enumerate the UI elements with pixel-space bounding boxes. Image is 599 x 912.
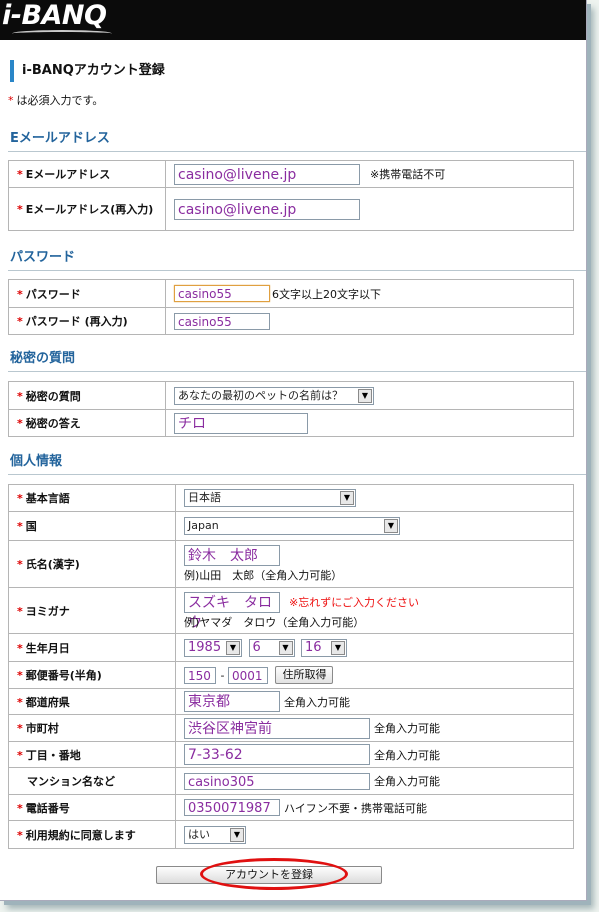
name-input[interactable]: 鈴木 太郎	[184, 545, 280, 566]
birth-day-value: 16	[305, 639, 322, 655]
required-mark: *	[17, 389, 23, 403]
building-note: 全角入力可能	[374, 775, 440, 788]
kana-warning: ※忘れずにご入力ください	[289, 596, 419, 609]
required-mark: *	[17, 520, 23, 533]
i-banq-logo[interactable]: i-BANQ	[2, 0, 107, 31]
postal-code-1-input[interactable]: 150	[184, 666, 216, 684]
building-label: マンション名など	[8, 767, 176, 795]
logo-swoosh	[12, 30, 112, 37]
required-note: * は必須入力です。	[8, 92, 103, 108]
required-mark: *	[17, 168, 23, 181]
city-input[interactable]: 渋谷区神宮前	[184, 717, 370, 739]
secret-question-label: * 秘密の質問	[8, 381, 166, 410]
country-value: Japan	[188, 519, 219, 532]
page-frame: i-BANQ i-BANQアカウント登録 * は必須入力です。 Eメールアドレス …	[0, 0, 587, 901]
address-lookup-button[interactable]: 住所取得	[275, 666, 334, 684]
email-input[interactable]: casino@livene.jp	[174, 163, 360, 185]
required-mark: *	[17, 558, 23, 571]
secret-answer-input[interactable]: チロ	[174, 412, 308, 434]
required-mark: *	[17, 828, 23, 842]
required-mark: *	[17, 748, 23, 762]
required-mark: *	[17, 492, 23, 505]
password-note: 6文字以上20文字以下	[272, 287, 381, 301]
birth-year-value: 1985	[188, 639, 222, 655]
name-label: * 氏名(漢字)	[8, 540, 176, 588]
street-input[interactable]: 7-33-62	[184, 744, 370, 765]
pref-note: 全角入力可能	[284, 695, 350, 709]
top-bar: i-BANQ	[0, 0, 586, 40]
email-label: * Eメールアドレス	[8, 160, 166, 188]
street-note: 全角入力可能	[374, 748, 440, 762]
phone-label: * 電話番号	[8, 794, 176, 821]
language-select[interactable]: 日本語 ▼	[184, 489, 356, 507]
required-mark: *	[17, 417, 23, 430]
chevron-down-icon[interactable]: ▼	[230, 827, 244, 842]
kana-input[interactable]: スズキ タロウ	[184, 591, 280, 631]
chevron-down-icon[interactable]: ▼	[384, 519, 398, 533]
required-mark: *	[17, 722, 23, 735]
personal-table: * 基本言語 日本語 ▼ * 国 Japan ▼ * 氏名(漢字) 鈴木 太郎例)山田 太…	[8, 484, 574, 849]
required-mark: *	[17, 669, 23, 682]
postal-separator: -	[220, 668, 225, 682]
email-confirm-input[interactable]: casino@livene.jp	[174, 198, 360, 220]
building-input[interactable]: casino305	[184, 772, 370, 790]
required-mark: *	[8, 94, 14, 107]
required-mark: *	[17, 695, 23, 709]
section-password: パスワード	[8, 246, 586, 271]
chevron-down-icon[interactable]: ▼	[331, 640, 345, 655]
terms-value: はい	[188, 827, 210, 841]
name-example: 例)山田 太郎（全角入力可能）	[184, 569, 343, 582]
birth-day-select[interactable]: 16 ▼	[301, 638, 347, 657]
phone-input[interactable]: 0350071987	[184, 799, 280, 816]
city-note: 全角入力可能	[374, 722, 440, 735]
secret-table: * 秘密の質問 あなたの最初のペットの名前は？ ▼ * 秘密の答え チロ	[8, 381, 574, 437]
section-personal: 個人情報	[8, 450, 586, 475]
email-table: * Eメールアドレス casino@livene.jp ※携帯電話不可 * Eメールア…	[8, 160, 574, 231]
language-label: * 基本言語	[8, 484, 176, 512]
birth-year-select[interactable]: 1985 ▼	[184, 638, 242, 657]
page-title: i-BANQアカウント登録	[10, 60, 165, 82]
terms-select[interactable]: はい ▼	[184, 825, 246, 844]
pref-label: * 都道府県	[8, 688, 176, 715]
postal-label: * 郵便番号(半角)	[8, 661, 176, 689]
required-mark: *	[17, 801, 23, 815]
city-label: * 市町村	[8, 714, 176, 742]
email-note: ※携帯電話不可	[370, 168, 446, 181]
required-note-text: は必須入力です。	[16, 94, 104, 107]
password-confirm-input[interactable]: casino55	[174, 312, 270, 330]
street-label: * 丁目・番地	[8, 741, 176, 768]
email-confirm-label: * Eメールアドレス(再入力)	[8, 187, 166, 231]
required-mark: *	[17, 641, 23, 655]
country-label: * 国	[8, 511, 176, 541]
chevron-down-icon[interactable]: ▼	[358, 388, 372, 403]
chevron-down-icon[interactable]: ▼	[226, 640, 240, 655]
birth-month-select[interactable]: 6 ▼	[248, 638, 295, 657]
kana-example: 例)ヤマダ タロウ（全角入力可能）	[184, 615, 365, 629]
required-mark: *	[17, 315, 23, 328]
highlight-circle	[200, 858, 348, 890]
secret-question-value: あなたの最初のペットの名前は？	[178, 388, 343, 402]
terms-label: * 利用規約に同意します	[8, 820, 176, 849]
required-mark: *	[17, 203, 23, 216]
secret-answer-label: * 秘密の答え	[8, 409, 166, 437]
password-label: * パスワード	[8, 279, 166, 308]
language-value: 日本語	[188, 491, 221, 504]
birth-month-value: 6	[252, 639, 261, 655]
birth-label: * 生年月日	[8, 633, 176, 662]
section-secret: 秘密の質問	[8, 347, 586, 372]
secret-question-select[interactable]: あなたの最初のペットの名前は？ ▼	[174, 386, 374, 405]
required-mark: *	[17, 604, 23, 618]
phone-note: ハイフン不要・携帯電話可能	[284, 801, 427, 815]
postal-code-2-input[interactable]: 0001	[227, 666, 268, 684]
pref-input[interactable]: 東京都	[184, 691, 280, 712]
section-email: Eメールアドレス	[8, 127, 586, 152]
country-select[interactable]: Japan ▼	[184, 517, 400, 535]
kana-label: * ヨミガナ	[8, 587, 176, 634]
password-table: * パスワード casino55 6文字以上20文字以下 * パスワード (再入力) …	[8, 279, 574, 335]
chevron-down-icon[interactable]: ▼	[340, 491, 354, 505]
password-input[interactable]: casino55	[174, 285, 270, 302]
required-mark: *	[17, 287, 23, 301]
password-confirm-label: * パスワード (再入力)	[8, 307, 166, 335]
chevron-down-icon[interactable]: ▼	[278, 640, 293, 655]
